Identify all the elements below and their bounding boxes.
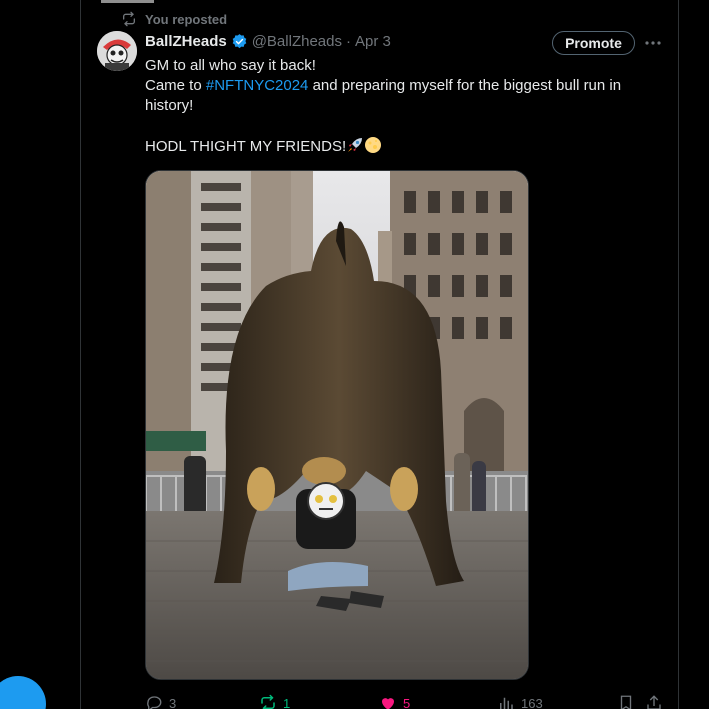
share-button[interactable] [645,693,663,709]
rocket-emoji-icon [346,136,364,160]
author-handle[interactable]: @BallZheads [252,33,342,50]
tweet-line-2-start: Came to [145,77,206,94]
views-chart-icon [497,694,515,709]
tweet-line-2-end: and preparing myself for the biggest bul… [308,77,622,94]
tweet-line-1: GM to all who say it back! [145,57,316,74]
promote-button[interactable]: Promote [552,31,635,55]
views-count: 163 [521,695,543,709]
tweet-line-4-text: HODL THIGHT MY FRIENDS! [145,138,347,155]
like-button[interactable]: 5 [379,693,410,709]
verified-badge-icon [231,33,248,50]
compose-post-button[interactable] [0,676,46,709]
share-icon [645,694,663,709]
moon-emoji-icon [364,136,382,160]
tweet-line-4: HODL THIGHT MY FRIENDS! [145,136,645,156]
heart-icon [379,694,397,709]
bookmark-button[interactable] [617,693,635,709]
repost-banner-label: You reposted [145,11,228,27]
reply-button[interactable]: 3 [145,693,176,709]
tweet-line-2: Came to #NFTNYC2024 and preparing myself… [145,76,645,96]
views-button[interactable]: 163 [497,693,543,709]
reply-count: 3 [169,695,177,709]
like-count: 5 [403,695,411,709]
tweet-line-3: history! [145,97,194,114]
more-options-icon[interactable] [643,33,663,53]
tweet-text: GM to all who say it back! Came to #NFTN… [145,56,645,156]
repost-icon [121,11,137,27]
tweet-header: BallZHeads @BallZheads · Apr 3 [145,31,391,51]
bookmark-icon [617,694,635,709]
screen: You reposted BallZHeads @BallZheads · Ap… [0,0,709,709]
header-separator: · [345,32,351,50]
repost-banner[interactable]: You reposted [121,10,227,28]
tweet-photo[interactable] [145,170,529,680]
avatar[interactable] [97,31,137,71]
previous-media-edge [101,0,154,3]
hashtag-link[interactable]: #NFTNYC2024 [206,77,309,94]
repost-button[interactable]: 1 [259,693,290,709]
repost-icon [259,694,277,709]
reply-icon [145,694,163,709]
repost-count: 1 [283,695,291,709]
author-display-name[interactable]: BallZHeads [145,33,227,50]
tweet-date[interactable]: Apr 3 [355,33,391,50]
tweet-action-bar: 3 1 5 163 [145,693,665,709]
